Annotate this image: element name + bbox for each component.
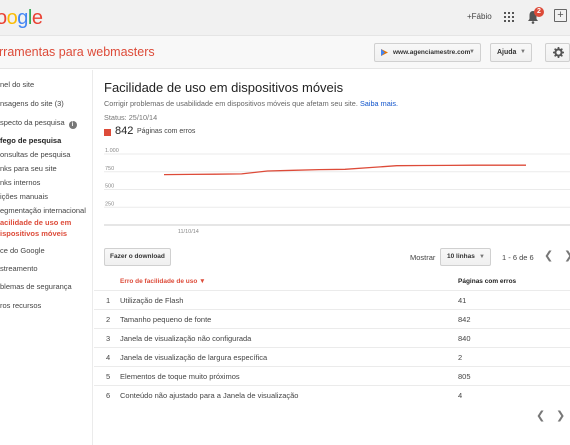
- google-logo[interactable]: oogle: [0, 7, 43, 30]
- next-page-icon[interactable]: ❯: [556, 409, 565, 422]
- pagination-range: 1 - 6 de 6: [502, 253, 534, 262]
- table-row[interactable]: 5 Elementos de toque muito próximos 805: [94, 366, 570, 385]
- share-plus-icon[interactable]: +: [554, 9, 567, 22]
- legend-swatch: [104, 129, 111, 136]
- sidebar-item-internal-links[interactable]: nks internos: [0, 178, 40, 187]
- sidebar-item-crawl[interactable]: streamento: [0, 264, 38, 273]
- error-name: Janela de visualização não configurada: [120, 334, 252, 343]
- sidebar-item-security-issues[interactable]: blemas de segurança: [0, 282, 72, 291]
- settings-button[interactable]: [545, 43, 570, 62]
- sidebar-nav: nel do site nsagens do site (3) specto d…: [0, 70, 93, 445]
- x-tick-label: 11/10/14: [178, 229, 199, 235]
- table-row[interactable]: 6 Conteúdo não ajustado para a Janela de…: [94, 385, 570, 404]
- column-header-label: Erro de facilidade de uso: [120, 278, 198, 285]
- user-name[interactable]: +Fábio: [467, 12, 492, 21]
- sidebar-item-label: ispositivos móveis: [0, 229, 68, 238]
- sidebar-item-other-resources[interactable]: ros recursos: [0, 301, 41, 310]
- error-count: 805: [458, 372, 471, 381]
- table-row[interactable]: 4 Janela de visualização de largura espe…: [94, 347, 570, 366]
- sidebar-item-google-index[interactable]: ce do Google: [0, 246, 45, 255]
- legend-error-count: 842: [115, 125, 134, 137]
- product-header: rramentas para webmasters www.agenciames…: [0, 36, 570, 69]
- sort-down-icon: ▼: [199, 278, 206, 285]
- error-name: Utilização de Flash: [120, 296, 184, 305]
- sidebar-item-links-to-site[interactable]: nks para seu site: [0, 164, 57, 173]
- rows-select-value: 10 linhas: [447, 253, 475, 260]
- sidebar-item-search-appearance[interactable]: specto da pesquisa i: [0, 118, 77, 129]
- chevron-down-icon: ▼: [479, 254, 485, 260]
- help-button[interactable]: Ajuda ▼: [490, 43, 532, 62]
- sidebar-item-label: specto da pesquisa: [0, 118, 65, 127]
- status-date: Status: 25/10/14: [104, 113, 158, 122]
- sidebar-item-international-targeting[interactable]: egmentação internacional: [0, 206, 86, 215]
- table-row[interactable]: 3 Janela de visualização não configurada…: [94, 328, 570, 347]
- learn-more-link[interactable]: Saiba mais.: [360, 99, 398, 108]
- error-name: Janela de visualização de largura especí…: [120, 353, 268, 362]
- site-selector-label: www.agenciamestre.com: [393, 49, 471, 56]
- page-description: Corrigir problemas de usabilidade em dis…: [104, 99, 398, 108]
- y-tick-label: 500: [105, 184, 114, 190]
- apps-grid-icon[interactable]: [504, 12, 514, 22]
- download-button[interactable]: Fazer o download: [104, 248, 171, 266]
- error-count: 4: [458, 391, 463, 400]
- row-number: 6: [106, 391, 111, 400]
- notification-count-badge: 2: [534, 7, 544, 17]
- page-title: Facilidade de uso em dispositivos móveis: [104, 80, 344, 95]
- previous-page-icon[interactable]: ❮: [544, 249, 553, 262]
- show-label: Mostrar: [410, 253, 436, 262]
- sidebar-item-manual-actions[interactable]: ições manuais: [0, 192, 48, 201]
- info-icon[interactable]: i: [68, 121, 77, 129]
- page-description-text: Corrigir problemas de usabilidade em dis…: [104, 99, 358, 108]
- site-favicon-icon: [381, 49, 388, 56]
- table-header: Erro de facilidade de uso ▼ Páginas com …: [94, 274, 570, 290]
- product-title: rramentas para webmasters: [0, 45, 155, 59]
- chevron-down-icon: ▼: [520, 49, 526, 55]
- site-selector-dropdown[interactable]: www.agenciamestre.com ▼: [374, 43, 481, 62]
- column-header-pages[interactable]: Páginas com erros: [458, 278, 516, 285]
- sidebar-item-label: acilidade de uso em: [0, 218, 72, 227]
- row-number: 4: [106, 353, 111, 362]
- error-name: Elementos de toque muito próximos: [120, 372, 240, 381]
- sidebar-item-search-queries[interactable]: onsultas de pesquisa: [0, 150, 70, 159]
- table-row[interactable]: 2 Tamanho pequeno de fonte 842: [94, 309, 570, 328]
- y-tick-label: 250: [105, 201, 114, 207]
- y-tick-label: 750: [105, 166, 114, 172]
- legend-label: Páginas com erros: [137, 128, 196, 135]
- sidebar-item-messages[interactable]: nsagens do site (3): [0, 99, 64, 108]
- top-bar: oogle +Fábio 2 +: [0, 0, 570, 36]
- error-count: 840: [458, 334, 471, 343]
- error-name: Conteúdo não ajustado para a Janela de v…: [120, 391, 299, 400]
- footer-pagination: ❮ ❯: [528, 407, 570, 425]
- y-tick-label: 1.000: [105, 148, 119, 154]
- rows-per-page-select[interactable]: 10 linhas ▼: [440, 248, 491, 266]
- column-header-error[interactable]: Erro de facilidade de uso ▼: [120, 278, 206, 285]
- next-page-icon[interactable]: ❯: [564, 249, 570, 262]
- row-number: 5: [106, 372, 111, 381]
- chevron-down-icon: ▼: [469, 49, 475, 55]
- previous-page-icon[interactable]: ❮: [536, 409, 545, 422]
- row-number: 2: [106, 315, 111, 324]
- sidebar-section-search-traffic[interactable]: fego de pesquisa: [0, 136, 61, 145]
- main-content: Facilidade de uso em dispositivos móveis…: [94, 70, 570, 445]
- row-number: 3: [106, 334, 111, 343]
- sidebar-item-dashboard[interactable]: nel do site: [0, 80, 34, 89]
- errors-line-chart: 1.000 750 500 250 11/10/14: [104, 148, 570, 235]
- table-row[interactable]: 1 Utilização de Flash 41: [94, 290, 570, 309]
- gear-icon: [553, 47, 564, 58]
- error-count: 842: [458, 315, 471, 324]
- sidebar-item-mobile-usability[interactable]: acilidade de uso em ispositivos móveis: [0, 218, 71, 238]
- help-label: Ajuda: [497, 49, 517, 56]
- error-count: 41: [458, 296, 467, 305]
- series-line-pages-with-errors: [163, 164, 526, 176]
- row-number: 1: [106, 296, 111, 305]
- error-name: Tamanho pequeno de fonte: [120, 315, 212, 324]
- error-count: 2: [458, 353, 463, 362]
